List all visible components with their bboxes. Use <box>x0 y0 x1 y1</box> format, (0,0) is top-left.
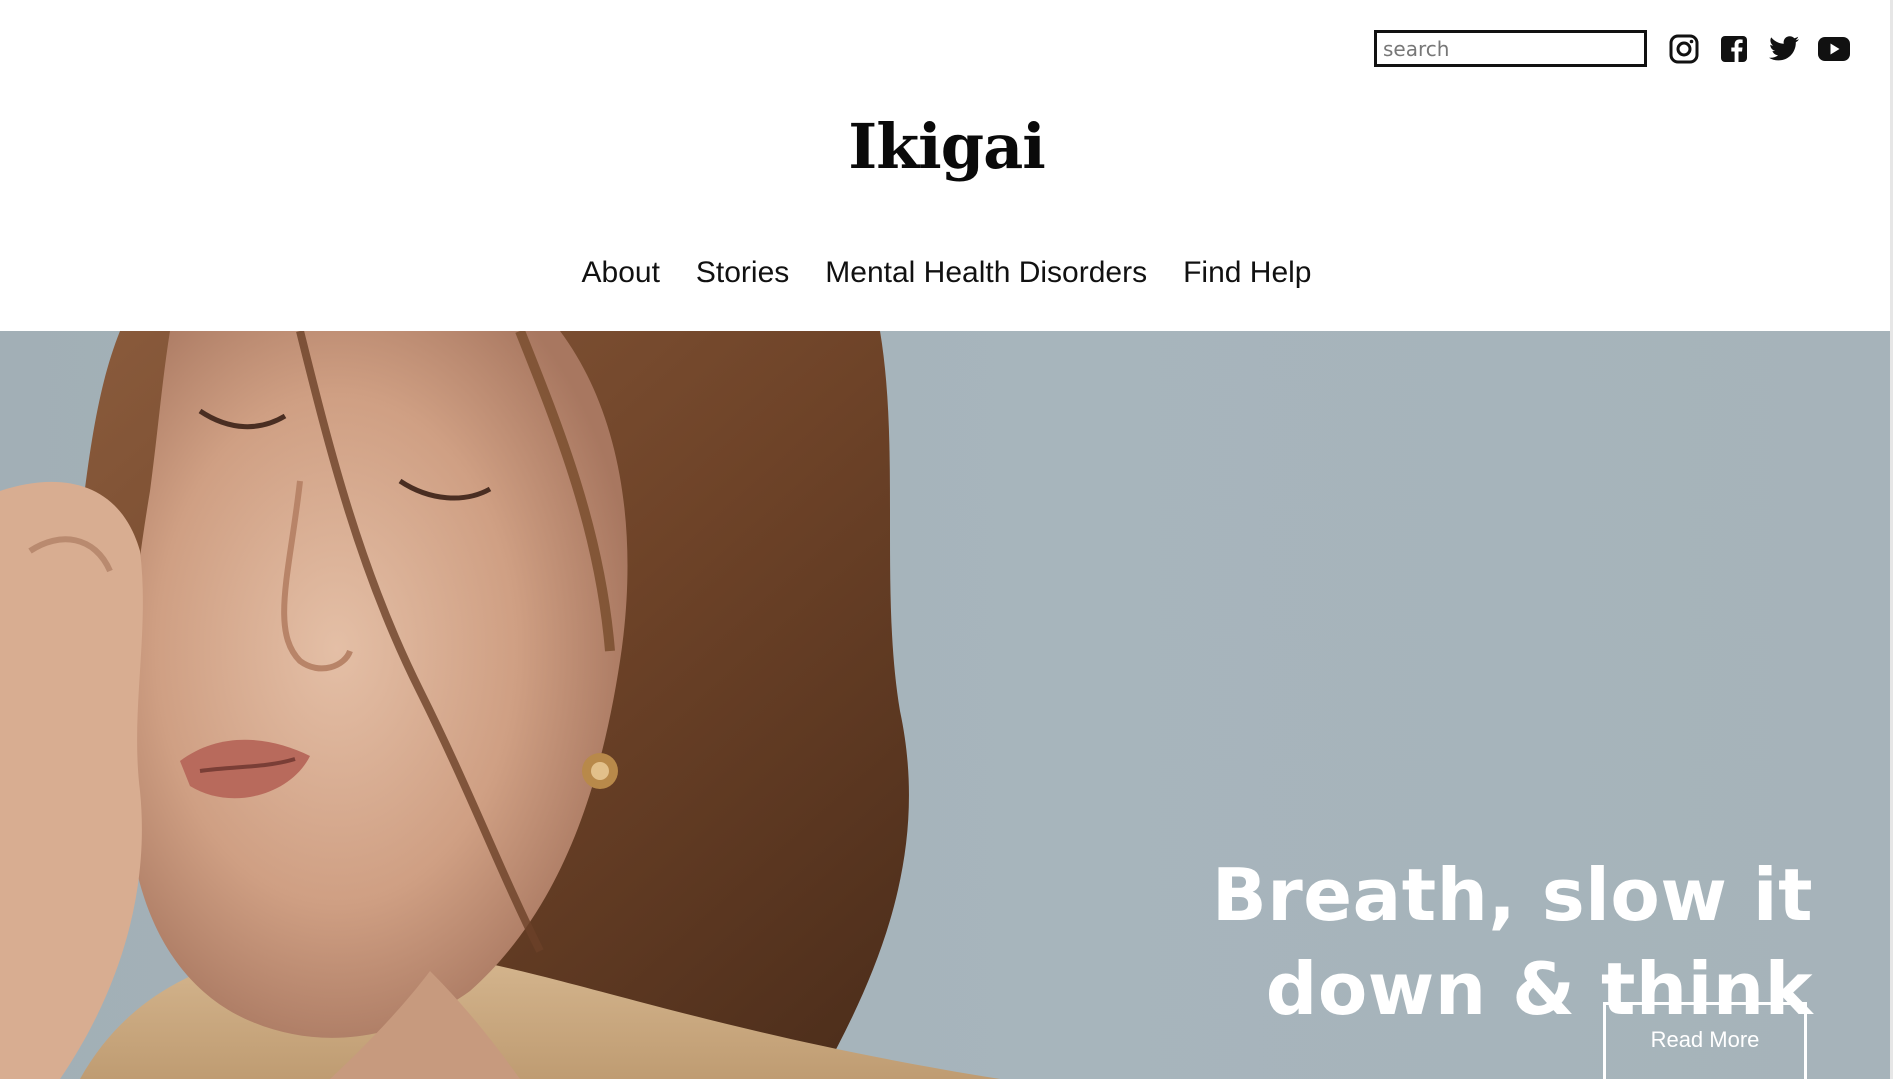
facebook-icon <box>1721 35 1747 62</box>
site-logo[interactable]: Ikigai <box>0 116 1893 178</box>
twitter-icon <box>1769 35 1799 60</box>
social-links <box>1667 32 1851 66</box>
nav-item-mental-health-disorders[interactable]: Mental Health Disorders <box>825 256 1147 290</box>
youtube-icon <box>1818 36 1850 61</box>
main-nav: About Stories Mental Health Disorders Fi… <box>0 256 1893 290</box>
search-input[interactable] <box>1374 30 1647 67</box>
hero-portrait-image <box>0 331 1000 1079</box>
page: Ikigai About Stories Mental Health Disor… <box>0 0 1893 1079</box>
instagram-link[interactable] <box>1667 32 1701 66</box>
nav-item-about[interactable]: About <box>582 256 660 290</box>
instagram-icon <box>1669 34 1699 63</box>
read-more-button[interactable]: Read More <box>1603 1002 1807 1079</box>
nav-item-find-help[interactable]: Find Help <box>1183 256 1311 290</box>
facebook-link[interactable] <box>1717 32 1751 66</box>
hero-banner: Breath, slow it down & think Read More <box>0 331 1890 1079</box>
twitter-link[interactable] <box>1767 32 1801 66</box>
hero-heading-line-1: Breath, slow it <box>1211 853 1813 938</box>
top-bar <box>1374 30 1851 67</box>
youtube-link[interactable] <box>1817 32 1851 66</box>
nav-item-stories[interactable]: Stories <box>696 256 789 290</box>
